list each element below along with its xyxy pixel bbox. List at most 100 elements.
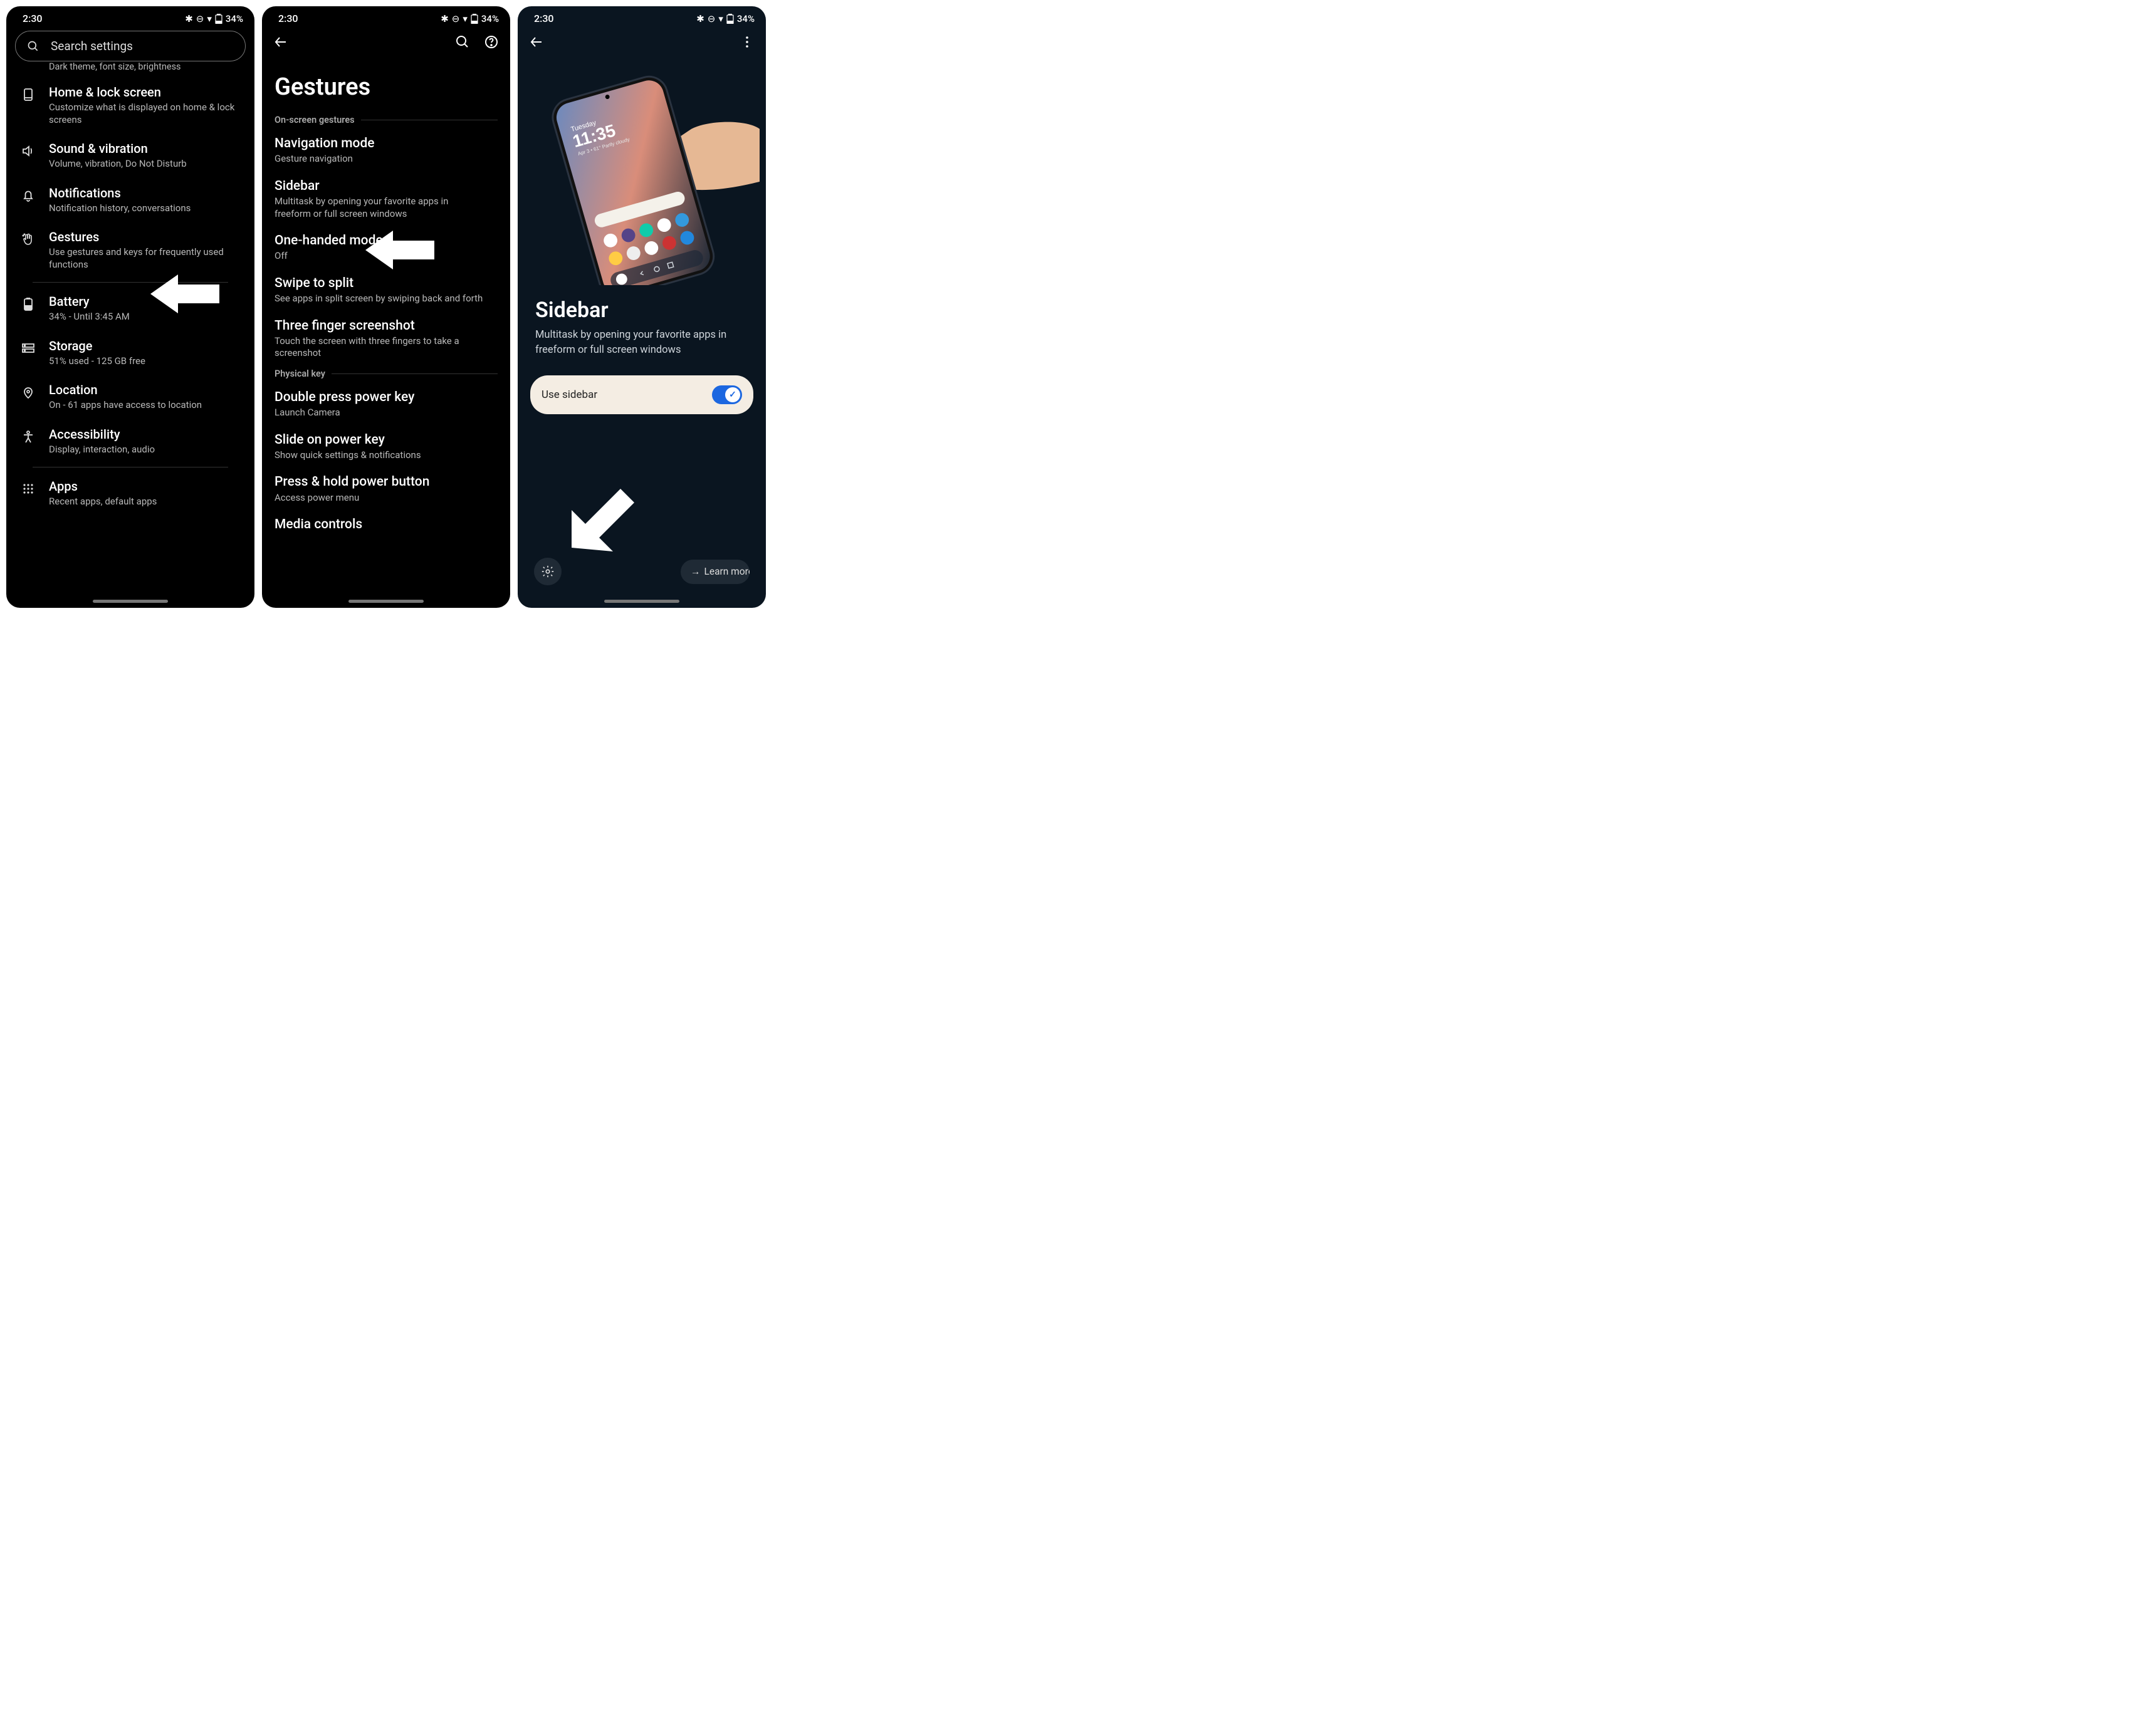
battery-icon — [22, 296, 34, 311]
settings-item-home-lock[interactable]: Home & lock screen Customize what is dis… — [6, 77, 254, 133]
item-title: Apps — [49, 479, 242, 494]
status-bar: 2:30 ✱ ⊖ ▾ 34% — [6, 6, 254, 27]
clock: 2:30 — [23, 13, 43, 24]
check-icon: ✓ — [725, 387, 740, 402]
settings-list: Home & lock screen Customize what is dis… — [6, 77, 254, 608]
bluetooth-icon: ✱ — [441, 13, 449, 24]
app-bar — [262, 27, 510, 53]
toggle-label: Use sidebar — [542, 389, 597, 401]
sidebar-setup-screen: 2:30 ✱ ⊖ ▾ 34% Tuesday 11: — [518, 6, 766, 608]
wifi-icon: ▾ — [207, 13, 212, 24]
settings-item-sound[interactable]: Sound & vibration Volume, vibration, Do … — [6, 133, 254, 178]
item-title: Notifications — [49, 185, 242, 201]
search-icon[interactable] — [455, 34, 470, 50]
item-title: Storage — [49, 338, 242, 354]
status-icons: ✱ ⊖ ▾ 34% — [185, 13, 243, 24]
item-sub: Notification history, conversations — [49, 202, 242, 215]
item-sub: Customize what is displayed on home & lo… — [49, 102, 242, 126]
page-description: Multitask by opening your favorite apps … — [518, 328, 766, 370]
search-icon — [27, 40, 39, 53]
app-bar — [518, 27, 766, 53]
clock: 2:30 — [278, 13, 298, 24]
item-title: Gestures — [49, 229, 242, 245]
status-bar: 2:30 ✱ ⊖ ▾ 34% — [518, 6, 766, 27]
status-icons: ✱ ⊖ ▾ 34% — [441, 13, 499, 24]
item-sub: On - 61 apps have access to location — [49, 399, 242, 412]
settings-item-location[interactable]: Location On - 61 apps have access to loc… — [6, 375, 254, 419]
battery-text: 34% — [481, 13, 499, 24]
bluetooth-icon: ✱ — [696, 13, 704, 24]
battery-icon — [215, 14, 222, 24]
sidebar-illustration: Tuesday 11:35 Apr 3 • 61° Partly cloudy — [524, 60, 760, 285]
section-physicalkey: Physical key — [262, 366, 510, 383]
settings-item-apps[interactable]: Apps Recent apps, default apps — [6, 471, 254, 516]
gestures-screen: 2:30 ✱ ⊖ ▾ 34% Gestures On-screen gestur… — [262, 6, 510, 608]
nav-pill[interactable] — [348, 600, 424, 603]
person-icon — [21, 429, 36, 444]
settings-item-storage[interactable]: Storage 51% used - 125 GB free — [6, 331, 254, 375]
dnd-icon: ⊖ — [196, 13, 204, 24]
gear-icon — [541, 565, 555, 578]
wifi-icon: ▾ — [463, 13, 468, 24]
bell-icon — [21, 188, 36, 203]
pin-icon — [21, 385, 36, 400]
wifi-icon: ▾ — [718, 13, 723, 24]
settings-item-accessibility[interactable]: Accessibility Display, interaction, audi… — [6, 419, 254, 464]
dnd-icon: ⊖ — [708, 13, 716, 24]
gesture-item-swipesplit[interactable]: Swipe to splitSee apps in split screen b… — [262, 269, 510, 311]
callout-arrow-sidebar — [365, 226, 434, 274]
item-sub: Display, interaction, audio — [49, 444, 242, 456]
gesture-item-navigation[interactable]: Navigation modeGesture navigation — [262, 129, 510, 172]
help-icon[interactable] — [484, 34, 499, 50]
dnd-icon: ⊖ — [452, 13, 460, 24]
gesture-item-mediacontrols[interactable]: Media controls — [262, 510, 510, 539]
learn-more-button[interactable]: → Learn more — [681, 560, 750, 584]
display-row-subtitle-clipped: Dark theme, font size, brightness — [6, 61, 254, 72]
gesture-item-doublepress[interactable]: Double press power keyLaunch Camera — [262, 383, 510, 425]
overflow-icon[interactable] — [740, 34, 755, 50]
item-title: Accessibility — [49, 427, 242, 442]
item-title: Sound & vibration — [49, 141, 242, 157]
gesture-item-holdpower[interactable]: Press & hold power buttonAccess power me… — [262, 467, 510, 510]
volume-icon — [21, 144, 36, 159]
callout-arrow-gestures — [150, 269, 219, 318]
grid-icon — [21, 481, 36, 496]
use-sidebar-toggle-card[interactable]: Use sidebar ✓ — [530, 375, 753, 414]
arrow-right-icon: → — [691, 566, 701, 578]
item-sub: Volume, vibration, Do Not Disturb — [49, 158, 242, 170]
home-lock-icon — [21, 87, 36, 102]
item-title: Location — [49, 382, 242, 398]
battery-text: 34% — [737, 13, 755, 24]
settings-item-notifications[interactable]: Notifications Notification history, conv… — [6, 178, 254, 222]
item-sub: Use gestures and keys for frequently use… — [49, 246, 242, 271]
gesture-item-3finger[interactable]: Three finger screenshotTouch the screen … — [262, 311, 510, 366]
battery-icon — [726, 14, 734, 24]
page-title: Gestures — [262, 53, 510, 112]
search-placeholder: Search settings — [51, 39, 133, 53]
back-icon[interactable] — [273, 34, 288, 50]
search-settings-field[interactable]: Search settings — [15, 31, 246, 61]
bluetooth-icon: ✱ — [185, 13, 193, 24]
section-onscreen: On-screen gestures — [262, 112, 510, 129]
clock: 2:30 — [534, 13, 554, 24]
use-sidebar-switch[interactable]: ✓ — [712, 385, 742, 404]
item-sub: Recent apps, default apps — [49, 496, 242, 508]
nav-pill[interactable] — [93, 600, 168, 603]
battery-icon — [471, 14, 478, 24]
page-title: Sidebar — [518, 285, 766, 328]
battery-text: 34% — [226, 13, 243, 24]
callout-arrow-settings — [568, 483, 637, 551]
storage-icon — [21, 341, 36, 356]
gesture-item-sidebar[interactable]: SidebarMultitask by opening your favorit… — [262, 172, 510, 226]
nav-pill[interactable] — [604, 600, 679, 603]
learn-more-label: Learn more — [704, 566, 750, 577]
status-bar: 2:30 ✱ ⊖ ▾ 34% — [262, 6, 510, 27]
hand-icon — [21, 232, 36, 247]
settings-main-screen: 2:30 ✱ ⊖ ▾ 34% Search settings Dark them… — [6, 6, 254, 608]
item-title: Home & lock screen — [49, 85, 242, 100]
sidebar-settings-button[interactable] — [534, 558, 562, 585]
back-icon[interactable] — [529, 34, 544, 50]
item-sub: 51% used - 125 GB free — [49, 355, 242, 368]
status-icons: ✱ ⊖ ▾ 34% — [696, 13, 755, 24]
gesture-item-slidepower[interactable]: Slide on power keyShow quick settings & … — [262, 425, 510, 468]
